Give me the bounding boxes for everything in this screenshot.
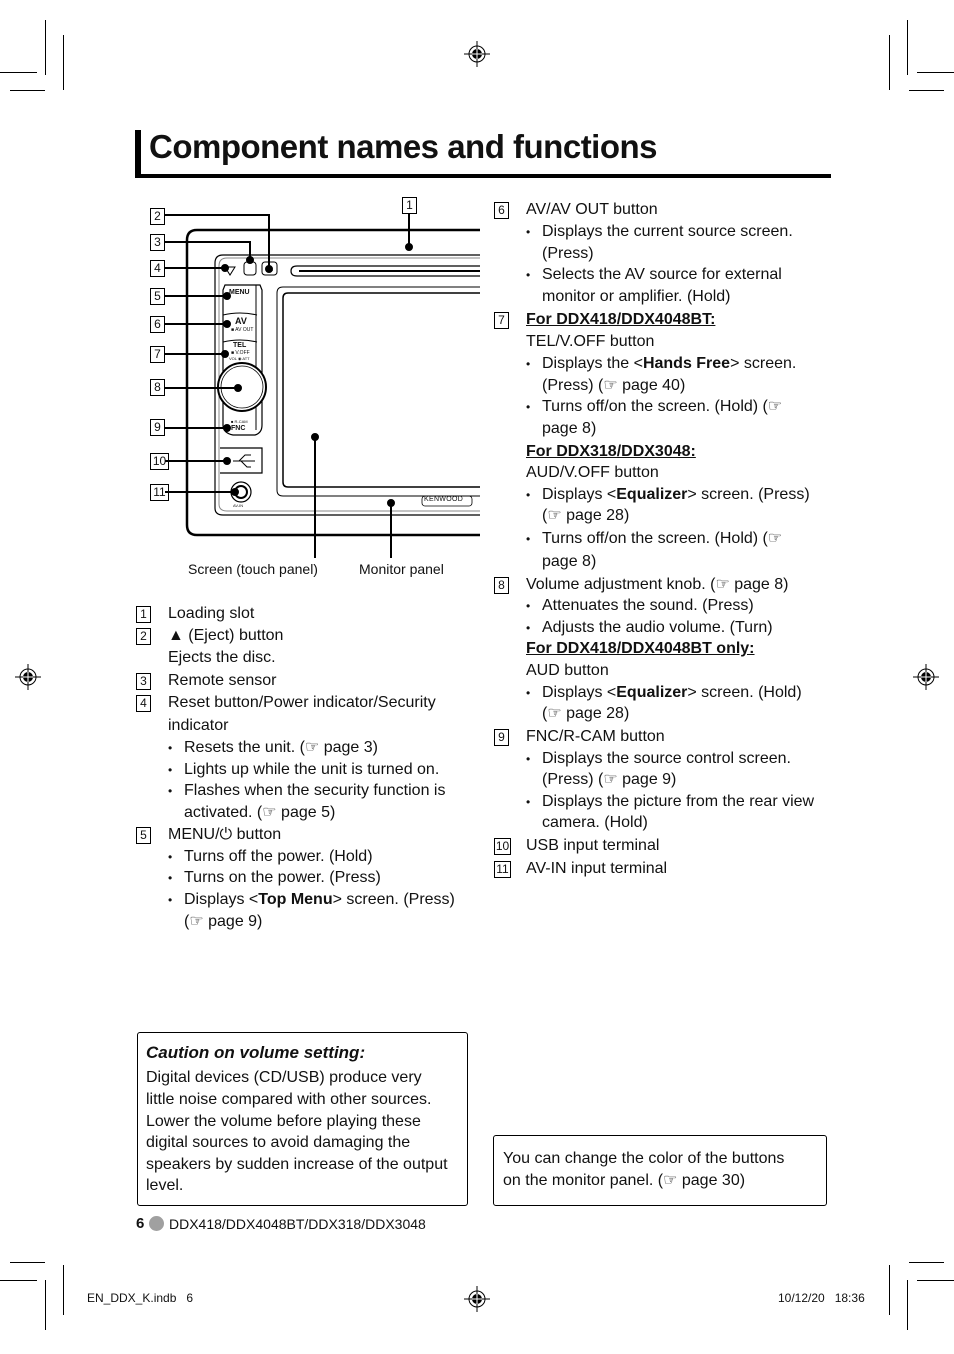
caution-line: little noise compared with other sources… (146, 1091, 432, 1108)
page-title: Component names and functions (149, 128, 658, 165)
slug-timestamp: 10/12/20 18:36 (778, 1291, 865, 1305)
model-heading: For DDX418/DDX4048BT: (526, 311, 716, 328)
bullet: Selects the AV source for external (526, 264, 782, 286)
bullet: Attenuates the sound. (Press) (526, 595, 754, 617)
av-in-label: AV-IN (233, 503, 244, 508)
bullet: Flashes when the security function is (168, 780, 445, 802)
bullet: Displays <Top Menu> screen. (Press) (168, 889, 455, 911)
caution-line: Digital devices (CD/USB) produce very (146, 1069, 422, 1086)
bullet: Displays the current source screen. (526, 221, 793, 243)
registration-mark-icon (464, 41, 490, 67)
front-panel-diagram: MENU AV ■ AV OUT TEL ■ V.OFF VOL ◉ ATT ■… (135, 190, 480, 590)
item-text: TEL/V.OFF button (526, 333, 655, 350)
registration-mark-icon (15, 664, 41, 690)
bullet: Displays the <Hands Free> screen. (526, 353, 796, 375)
bullet-continued: (☞ page 28) (542, 507, 630, 524)
item-text: AUD button (526, 662, 609, 679)
tel-button[interactable]: TEL (233, 342, 246, 349)
callout-2: 2 (150, 208, 165, 225)
item-text: AUD/V.OFF button (526, 464, 659, 481)
bullet-continued: (Press) (542, 245, 594, 262)
bullet: Displays the source control screen. (526, 748, 791, 770)
model-heading: For DDX318/DDX3048: (526, 443, 696, 460)
caution-box: Caution on volume setting: Digital devic… (137, 1032, 468, 1206)
bullet: Turns off the power. (Hold) (168, 846, 372, 868)
page-title-bar: Component names and functions (135, 128, 831, 178)
bullet-continued: (Press) (☞ page 9) (542, 771, 677, 788)
callout-8: 8 (150, 379, 165, 396)
callout-4: 4 (150, 260, 165, 277)
caution-line: level. (146, 1177, 184, 1194)
model-heading: For DDX418/DDX4048BT only: (526, 640, 755, 657)
caution-line: Lower the volume before playing these (146, 1113, 421, 1130)
page-number: 6 (136, 1215, 145, 1232)
bullet: Turns off/on the screen. (Hold) (☞ (526, 396, 782, 418)
bullet: Displays <Equalizer> screen. (Hold) (526, 682, 802, 704)
fnc-button[interactable]: FNC (231, 425, 245, 432)
page-dot-icon (149, 1216, 164, 1231)
brand-logo: KENWOOD (424, 496, 464, 503)
vol-att-label: VOL ◉ ATT (229, 356, 250, 361)
bullet-continued: (☞ page 9) (184, 913, 263, 930)
caution-line: digital sources to avoid damaging the (146, 1134, 411, 1151)
callout-3: 3 (150, 234, 165, 251)
item-text-continued: indicator (168, 717, 229, 734)
note-box: You can change the color of the buttons … (493, 1135, 827, 1206)
bullet-continued: camera. (Hold) (542, 814, 648, 831)
bullet: Adjusts the audio volume. (Turn) (526, 617, 773, 639)
note-line: You can change the color of the buttons (503, 1150, 785, 1167)
footer-models: DDX418/DDX4048BT/DDX318/DDX3048 (169, 1216, 426, 1232)
bullet-continued: (Press) (☞ page 40) (542, 377, 686, 394)
callout-11: 11 (150, 484, 169, 501)
bullet: Lights up while the unit is turned on. (168, 759, 439, 781)
bullet-continued: (☞ page 28) (542, 705, 630, 722)
note-line: on the monitor panel. (☞ page 30) (503, 1172, 746, 1189)
bullet: Displays the picture from the rear view (526, 791, 814, 813)
caption-monitor-panel: Monitor panel (359, 561, 444, 577)
registration-mark-icon (913, 664, 939, 690)
callout-9: 9 (150, 419, 165, 436)
bullet-continued: activated. (☞ page 5) (184, 804, 336, 821)
bullet: Turns on the power. (Press) (168, 867, 381, 889)
registration-mark-icon (464, 1286, 490, 1312)
caption-screen: Screen (touch panel) (188, 561, 318, 577)
bullet-continued: monitor or amplifier. (Hold) (542, 288, 731, 305)
caution-title: Caution on volume setting: (146, 1043, 366, 1062)
menu-button[interactable]: MENU (229, 289, 250, 296)
av-button[interactable]: AV (235, 316, 247, 326)
slug-filename: EN_DDX_K.indb 6 (87, 1291, 194, 1305)
bullet-continued: page 8) (542, 420, 597, 437)
bullet: Turns off/on the screen. (Hold) (☞ (526, 528, 782, 550)
callout-5: 5 (150, 288, 165, 305)
callout-7: 7 (150, 346, 165, 363)
av-out-label: ■ AV OUT (231, 327, 254, 333)
front-panel-illustration (165, 214, 480, 558)
rcam-label: ■ R-CAM (231, 419, 248, 424)
bullet: Resets the unit. (☞ page 3) (168, 737, 378, 759)
caution-line: speakers by sudden increase of the outpu… (146, 1156, 448, 1173)
item-description: Ejects the disc. (168, 649, 276, 666)
callout-10: 10 (150, 453, 169, 470)
bullet: Displays <Equalizer> screen. (Press) (526, 484, 810, 506)
bullet-continued: page 8) (542, 553, 597, 570)
callout-6: 6 (150, 316, 165, 333)
callout-1: 1 (402, 197, 417, 214)
